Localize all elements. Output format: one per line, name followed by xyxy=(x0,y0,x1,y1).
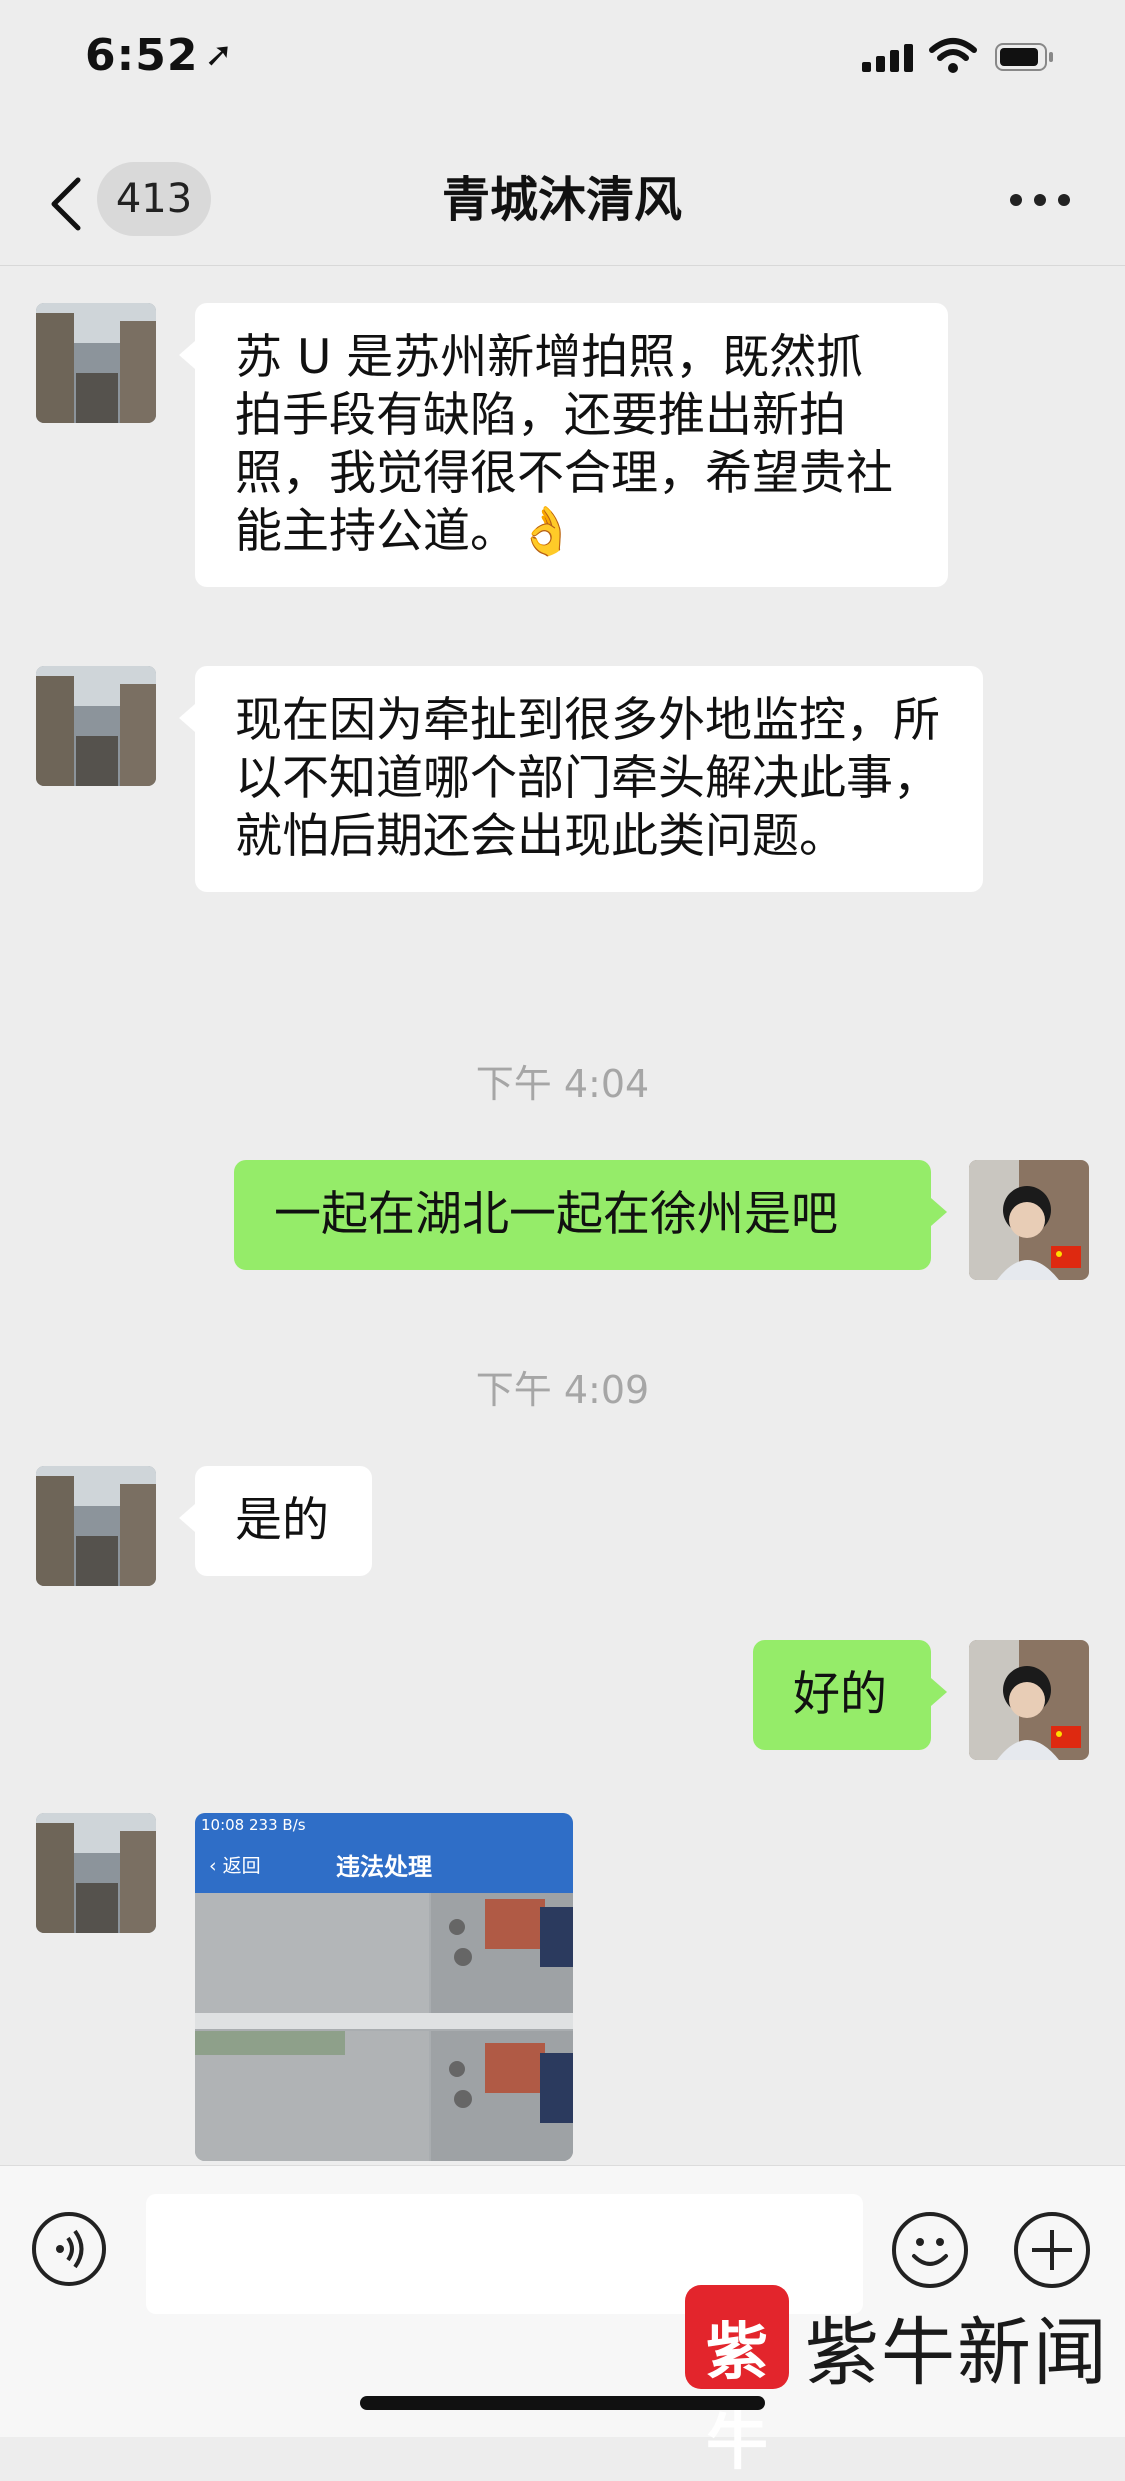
unread-count-badge[interactable]: 413 xyxy=(97,162,211,236)
watermark-text: 紫牛新闻 xyxy=(805,2310,1109,2396)
image-app-header: 10:08 233 B/s ‹ 返回 违法处理 xyxy=(195,1813,573,1893)
plus-icon[interactable] xyxy=(1014,2212,1090,2288)
my-avatar[interactable] xyxy=(969,1640,1089,1760)
contact-avatar[interactable] xyxy=(36,666,156,786)
message-bubble-incoming[interactable]: 是的 xyxy=(179,1466,372,1576)
more-icon[interactable] xyxy=(1010,194,1070,208)
image-message[interactable]: 10:08 233 B/s ‹ 返回 违法处理 xyxy=(195,1813,573,2161)
flag-icon xyxy=(1051,1726,1081,1748)
timestamp: 下午 4:04 xyxy=(475,1062,650,1106)
contact-avatar[interactable] xyxy=(36,1813,156,1933)
chat-header: 413 青城沐清风 xyxy=(0,150,1125,266)
location-icon: ➚ xyxy=(204,35,234,75)
message-text: 一起在湖北一起在徐州是吧 xyxy=(274,1187,838,1242)
flag-icon xyxy=(1051,1246,1081,1268)
message-text: 是的 xyxy=(235,1493,329,1548)
back-icon[interactable] xyxy=(42,174,92,234)
contact-avatar[interactable] xyxy=(36,1466,156,1586)
cellular-signal-icon xyxy=(862,44,914,72)
image-title: 违法处理 xyxy=(336,1853,432,1881)
message-bubble-incoming[interactable]: 苏 U 是苏州新增拍照，既然抓拍手段有缺陷，还要推出新拍照，我觉得很不合理，希望… xyxy=(179,303,948,587)
message-text: 苏 U 是苏州新增拍照，既然抓拍手段有缺陷，还要推出新拍照，我觉得很不合理，希望… xyxy=(235,330,893,559)
message-bubble-incoming[interactable]: 现在因为牵扯到很多外地监控，所以不知道哪个部门牵头解决此事，就怕后期还会出现此类… xyxy=(179,666,983,892)
message-text: 好的 xyxy=(793,1667,887,1722)
message-bubble-outgoing[interactable]: 一起在湖北一起在徐州是吧 xyxy=(234,1160,947,1270)
message-text: 现在因为牵扯到很多外地监控，所以不知道哪个部门牵头解决此事，就怕后期还会出现此类… xyxy=(235,693,940,864)
message-bubble-outgoing[interactable]: 好的 xyxy=(753,1640,947,1750)
battery-icon xyxy=(995,43,1053,71)
chat-title: 青城沐清风 xyxy=(441,172,682,228)
status-time: 6:52 ➚ xyxy=(85,30,234,81)
watermark-logo: 紫牛 xyxy=(685,2285,789,2478)
image-status-time: 10:08 xyxy=(201,1816,245,1834)
traffic-camera-photo xyxy=(195,1893,573,2161)
image-status-speed: 233 B/s xyxy=(249,1816,306,1834)
emoji-icon[interactable] xyxy=(892,2212,968,2288)
my-avatar[interactable] xyxy=(969,1160,1089,1280)
home-indicator[interactable] xyxy=(360,2396,765,2410)
voice-icon[interactable] xyxy=(32,2212,106,2286)
wifi-icon xyxy=(929,38,977,73)
timestamp: 下午 4:09 xyxy=(475,1368,650,1412)
contact-avatar[interactable] xyxy=(36,303,156,423)
